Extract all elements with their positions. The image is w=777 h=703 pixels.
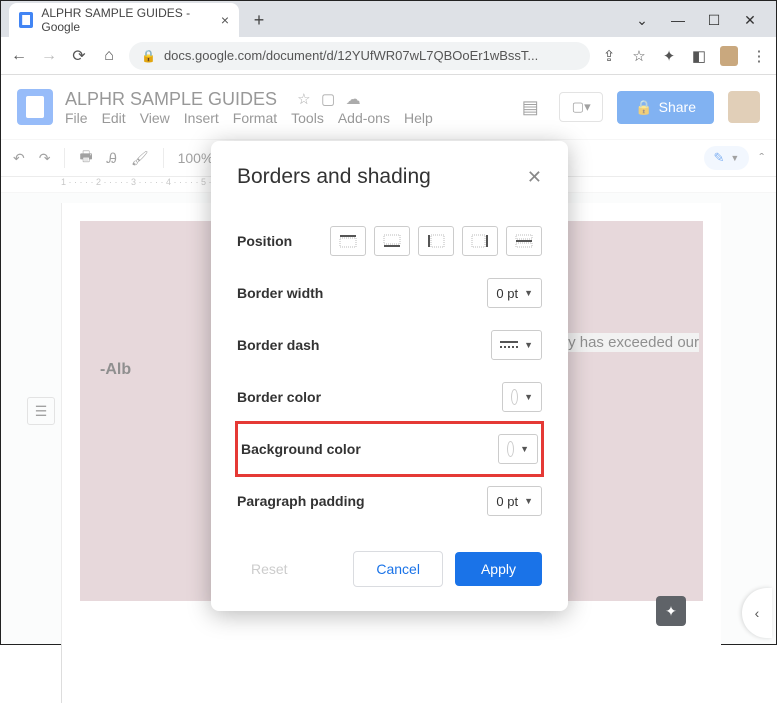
kebab-menu-icon[interactable]: ⋮ <box>750 47 768 65</box>
chevron-down-icon: ▼ <box>520 444 529 454</box>
chevron-down-icon: ▼ <box>524 392 533 402</box>
chevron-down-icon: ▼ <box>524 496 533 506</box>
url-input[interactable]: 🔒 docs.google.com/document/d/12YUfWR07wL… <box>129 42 590 70</box>
address-bar: ← → ⟳ ⌂ 🔒 docs.google.com/document/d/12Y… <box>1 37 776 75</box>
chevron-down-icon: ▼ <box>524 288 533 298</box>
border-width-value: 0 pt <box>496 286 518 301</box>
share-url-icon[interactable]: ⇪ <box>600 47 618 65</box>
border-between-button[interactable] <box>506 226 542 256</box>
docs-favicon <box>19 12 33 28</box>
chevron-down-icon: ▼ <box>524 340 533 350</box>
home-icon[interactable]: ⌂ <box>99 47 119 65</box>
reload-icon[interactable]: ⟳ <box>69 46 89 66</box>
border-left-button[interactable] <box>418 226 454 256</box>
close-tab-icon[interactable]: × <box>221 12 229 28</box>
panel-icon[interactable]: ◧ <box>690 47 708 65</box>
color-swatch-icon <box>507 441 514 457</box>
forward-icon: → <box>39 47 59 65</box>
border-dash-dropdown[interactable]: ▼ <box>491 330 542 360</box>
minimize-icon[interactable]: — <box>666 12 690 29</box>
border-bottom-button[interactable] <box>374 226 410 256</box>
position-group <box>330 226 542 256</box>
lock-icon: 🔒 <box>141 49 156 63</box>
new-tab-button[interactable]: + <box>245 6 273 34</box>
extension-icon[interactable]: ✦ <box>660 47 678 65</box>
reset-button[interactable]: Reset <box>237 553 302 585</box>
maximize-icon[interactable]: ☐ <box>702 12 726 29</box>
paragraph-padding-value: 0 pt <box>496 494 518 509</box>
tab-title: ALPHR SAMPLE GUIDES - Google <box>41 6 212 34</box>
border-width-dropdown[interactable]: 0 pt ▼ <box>487 278 542 308</box>
dash-preview-icon <box>500 340 518 350</box>
explore-badge-icon[interactable]: ✦ <box>656 596 686 626</box>
close-window-icon[interactable]: ✕ <box>738 12 762 29</box>
caret-down-icon[interactable]: ⌄ <box>630 12 654 29</box>
browser-tab[interactable]: ALPHR SAMPLE GUIDES - Google × <box>9 3 239 37</box>
background-color-label: Background color <box>241 441 361 457</box>
paragraph-padding-label: Paragraph padding <box>237 493 365 509</box>
border-color-dropdown[interactable]: ▼ <box>502 382 542 412</box>
color-swatch-icon <box>511 389 518 405</box>
background-color-dropdown[interactable]: ▼ <box>498 434 538 464</box>
browser-tab-strip: ALPHR SAMPLE GUIDES - Google × + ⌄ — ☐ ✕ <box>1 1 776 37</box>
window-controls: ⌄ — ☐ ✕ <box>630 12 776 37</box>
position-label: Position <box>237 233 292 249</box>
borders-shading-dialog: Borders and shading ✕ Position Border wi… <box>211 141 568 611</box>
apply-button[interactable]: Apply <box>455 552 542 586</box>
border-color-label: Border color <box>237 389 321 405</box>
url-text: docs.google.com/document/d/12YUfWR07wL7Q… <box>164 48 538 63</box>
border-width-label: Border width <box>237 285 323 301</box>
dialog-title: Borders and shading <box>237 165 431 189</box>
back-icon[interactable]: ← <box>9 47 29 65</box>
profile-avatar-icon[interactable] <box>720 46 738 66</box>
border-right-button[interactable] <box>462 226 498 256</box>
paragraph-padding-dropdown[interactable]: 0 pt ▼ <box>487 486 542 516</box>
cancel-button[interactable]: Cancel <box>353 551 443 587</box>
border-dash-label: Border dash <box>237 337 319 353</box>
border-top-button[interactable] <box>330 226 366 256</box>
close-dialog-icon[interactable]: ✕ <box>527 167 542 188</box>
addr-right-icons: ⇪ ☆ ✦ ◧ ⋮ <box>600 46 768 66</box>
star-icon[interactable]: ☆ <box>630 47 648 65</box>
